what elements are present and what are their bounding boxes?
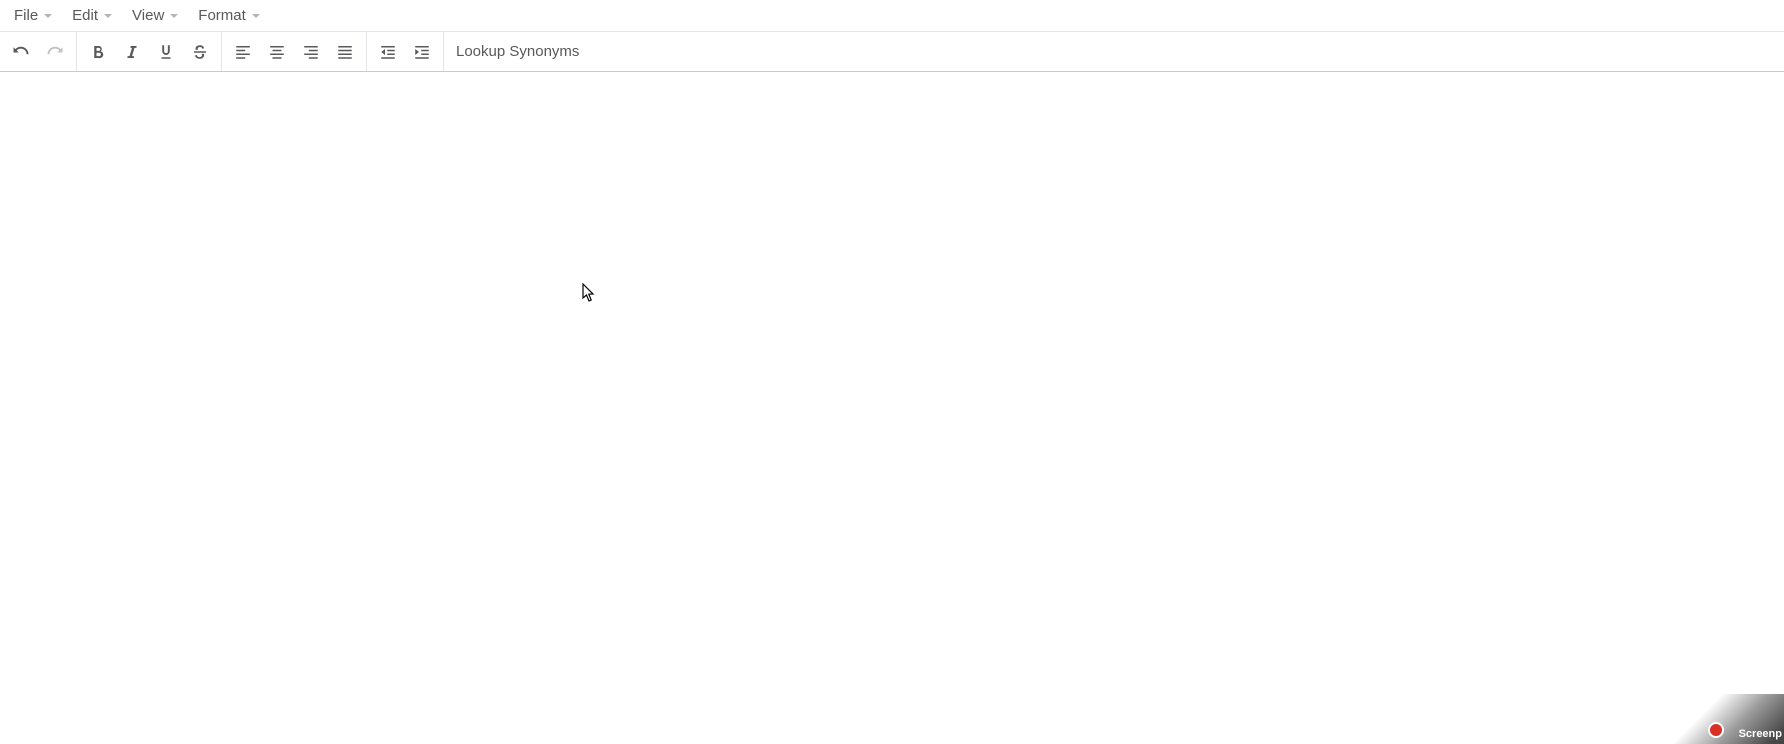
- align-left-icon: [234, 43, 252, 61]
- underline-button[interactable]: [149, 35, 183, 69]
- align-justify-icon: [336, 43, 354, 61]
- italic-icon: [123, 43, 141, 61]
- menu-file-label: File: [14, 7, 38, 24]
- align-right-icon: [302, 43, 320, 61]
- bold-button[interactable]: [81, 35, 115, 69]
- menu-format-label: Format: [198, 7, 246, 24]
- menu-bar: File Edit View Format: [0, 0, 1784, 32]
- menu-format[interactable]: Format: [188, 3, 270, 28]
- underline-icon: [157, 43, 175, 61]
- increase-indent-icon: [413, 43, 431, 61]
- toolbar: Lookup Synonyms: [0, 32, 1784, 72]
- chevron-down-icon: [44, 14, 52, 18]
- align-justify-button[interactable]: [328, 35, 362, 69]
- toolbar-group-text-style: [77, 32, 222, 71]
- undo-icon: [12, 43, 30, 61]
- decrease-indent-button[interactable]: [371, 35, 405, 69]
- align-right-button[interactable]: [294, 35, 328, 69]
- redo-button[interactable]: [38, 35, 72, 69]
- menu-edit[interactable]: Edit: [62, 3, 122, 28]
- align-center-icon: [268, 43, 286, 61]
- decrease-indent-icon: [379, 43, 397, 61]
- menu-view-label: View: [132, 7, 164, 24]
- bold-icon: [89, 43, 107, 61]
- menu-file[interactable]: File: [4, 3, 62, 28]
- menu-view[interactable]: View: [122, 3, 188, 28]
- chevron-down-icon: [252, 14, 260, 18]
- menu-edit-label: Edit: [72, 7, 98, 24]
- increase-indent-button[interactable]: [405, 35, 439, 69]
- chevron-down-icon: [104, 14, 112, 18]
- strikethrough-icon: [191, 43, 209, 61]
- align-left-button[interactable]: [226, 35, 260, 69]
- toolbar-group-alignment: [222, 32, 367, 71]
- lookup-synonyms-label: Lookup Synonyms: [456, 43, 579, 60]
- toolbar-group-indent: [367, 32, 444, 71]
- redo-icon: [46, 43, 64, 61]
- lookup-synonyms-button[interactable]: Lookup Synonyms: [444, 35, 591, 69]
- strikethrough-button[interactable]: [183, 35, 217, 69]
- align-center-button[interactable]: [260, 35, 294, 69]
- undo-button[interactable]: [4, 35, 38, 69]
- chevron-down-icon: [170, 14, 178, 18]
- italic-button[interactable]: [115, 35, 149, 69]
- toolbar-group-history: [0, 32, 77, 71]
- editor-content-area[interactable]: [0, 72, 1784, 744]
